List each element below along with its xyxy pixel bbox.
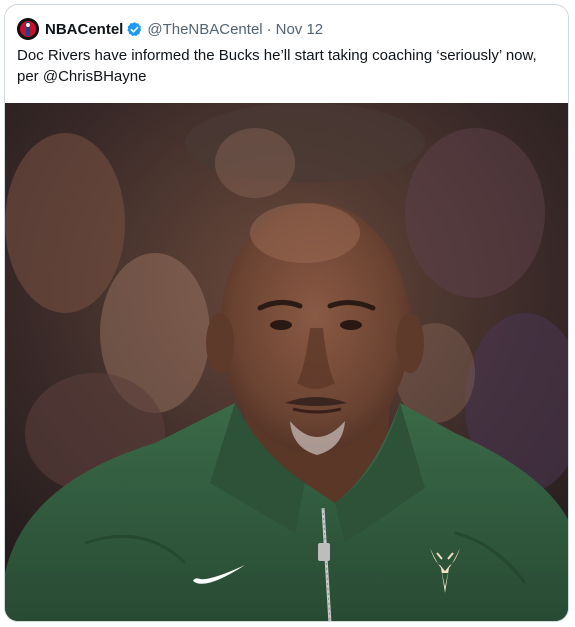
user-handle[interactable]: @TheNBACentel — [147, 21, 262, 38]
tweet-card[interactable]: NBACentel @TheNBACentel · Nov 12 Doc Riv… — [4, 4, 569, 622]
tweet-media-photo[interactable] — [5, 103, 568, 621]
nbacentel-logo-icon — [17, 18, 39, 40]
tweet-header: NBACentel @TheNBACentel · Nov 12 — [17, 17, 323, 41]
tweet-text: Doc Rivers have informed the Bucks he’ll… — [17, 47, 537, 85]
separator-dot: · — [266, 20, 272, 38]
display-name[interactable]: NBACentel — [45, 21, 123, 38]
tweet-date[interactable]: Nov 12 — [276, 21, 324, 38]
verified-badge-icon — [126, 21, 143, 38]
coach-photo — [5, 103, 568, 621]
avatar[interactable] — [17, 18, 39, 40]
